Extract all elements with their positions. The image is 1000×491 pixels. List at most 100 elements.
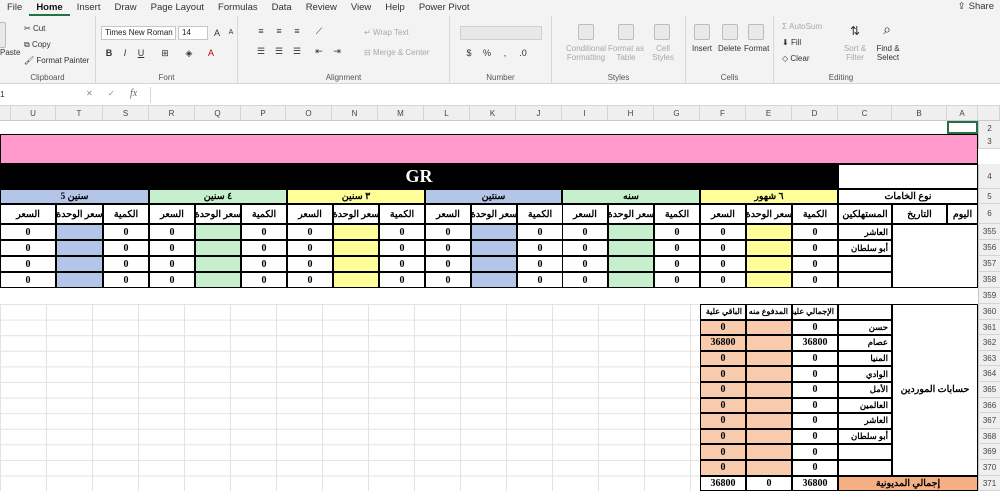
- column-header[interactable]: C: [838, 106, 892, 121]
- tab-insert[interactable]: Insert: [70, 0, 108, 16]
- tab-help[interactable]: Help: [378, 0, 412, 16]
- column-header[interactable]: U: [11, 106, 56, 121]
- format-cells-icon[interactable]: [748, 24, 764, 40]
- increase-decimal-icon[interactable]: .0: [514, 46, 532, 60]
- select-all-corner[interactable]: [978, 106, 1000, 121]
- total-header[interactable]: الإجمالي علية: [792, 304, 838, 320]
- supplier-name[interactable]: العالمين: [838, 397, 892, 414]
- consumer-name[interactable]: أبو سلطان: [838, 240, 892, 256]
- row-header[interactable]: 5: [978, 189, 1000, 204]
- sub-header[interactable]: الكمية: [379, 204, 425, 224]
- supplier-total[interactable]: 0: [792, 366, 838, 382]
- row-header[interactable]: 370: [978, 460, 1000, 476]
- data-cell[interactable]: [333, 272, 379, 288]
- empty-grid-area[interactable]: [0, 304, 700, 491]
- day-header[interactable]: اليوم: [947, 204, 978, 224]
- clear-button[interactable]: ◇ Clear: [782, 54, 810, 63]
- data-cell[interactable]: 0: [287, 272, 333, 288]
- tab-view[interactable]: View: [344, 0, 378, 16]
- supplier-paid[interactable]: [746, 444, 792, 460]
- data-cell[interactable]: 0: [792, 240, 838, 256]
- format-painter-button[interactable]: 🖌 Format Painter: [24, 56, 89, 65]
- supplier-name[interactable]: المنيا: [838, 350, 892, 367]
- currency-icon[interactable]: $: [460, 46, 478, 60]
- sub-header[interactable]: الكمية: [654, 204, 700, 224]
- paste-button[interactable]: Paste: [0, 48, 20, 57]
- data-cell[interactable]: [608, 256, 654, 272]
- name-box[interactable]: 1: [0, 89, 50, 99]
- font-name-select[interactable]: Times New Roman: [101, 26, 176, 40]
- row-header[interactable]: 368: [978, 428, 1000, 445]
- row-header[interactable]: 3: [978, 134, 1000, 149]
- sub-header[interactable]: السعر: [0, 204, 56, 224]
- column-header[interactable]: I: [562, 106, 608, 121]
- debt-remaining-total[interactable]: 36800: [700, 475, 746, 491]
- supplier-total[interactable]: 0: [792, 350, 838, 367]
- increase-indent-icon[interactable]: ⇥: [328, 44, 346, 58]
- data-cell[interactable]: 0: [562, 224, 608, 240]
- data-cell[interactable]: 0: [792, 224, 838, 240]
- percent-icon[interactable]: %: [478, 46, 496, 60]
- row-header[interactable]: 357: [978, 256, 1000, 272]
- period-header[interactable]: سنتين: [425, 189, 562, 204]
- supplier-name[interactable]: أبو سلطان: [838, 428, 892, 445]
- active-cell[interactable]: [947, 121, 978, 134]
- data-cell[interactable]: [195, 272, 241, 288]
- data-cell[interactable]: 0: [287, 240, 333, 256]
- supplier-total[interactable]: 0: [792, 428, 838, 445]
- supplier-paid[interactable]: [746, 335, 792, 351]
- row-header[interactable]: 371: [978, 475, 1000, 491]
- debt-paid-total[interactable]: 0: [746, 475, 792, 491]
- row-header[interactable]: 356: [978, 240, 1000, 256]
- column-header[interactable]: B: [892, 106, 947, 121]
- data-cell[interactable]: 0: [379, 240, 425, 256]
- supplier-remaining[interactable]: 36800: [700, 335, 746, 351]
- column-header[interactable]: P: [241, 106, 286, 121]
- supplier-name[interactable]: العاشر: [838, 413, 892, 429]
- row-header[interactable]: 355: [978, 224, 1000, 240]
- column-header[interactable]: S: [103, 106, 149, 121]
- supplier-name[interactable]: [838, 460, 892, 476]
- data-cell[interactable]: [608, 240, 654, 256]
- data-cell[interactable]: [471, 272, 517, 288]
- tab-formulas[interactable]: Formulas: [211, 0, 265, 16]
- row-header[interactable]: 362: [978, 335, 1000, 351]
- supplier-paid[interactable]: [746, 428, 792, 445]
- data-cell[interactable]: 0: [700, 240, 746, 256]
- data-cell[interactable]: 0: [379, 256, 425, 272]
- row-header[interactable]: 359: [978, 288, 1000, 304]
- enter-icon[interactable]: ✓: [108, 89, 115, 98]
- data-cell[interactable]: 0: [287, 224, 333, 240]
- align-left-icon[interactable]: ☰: [252, 44, 270, 58]
- data-cell[interactable]: 0: [654, 272, 700, 288]
- supplier-name[interactable]: الأمل: [838, 382, 892, 398]
- data-cell[interactable]: [195, 240, 241, 256]
- data-cell[interactable]: 0: [149, 272, 195, 288]
- supplier-remaining[interactable]: 0: [700, 413, 746, 429]
- sort-filter-icon[interactable]: ⇅: [846, 24, 864, 38]
- column-header[interactable]: D: [792, 106, 838, 121]
- row-header[interactable]: 364: [978, 366, 1000, 382]
- format-table-button[interactable]: Format as Table: [608, 44, 644, 62]
- supplier-paid[interactable]: [746, 460, 792, 476]
- row-header[interactable]: 369: [978, 444, 1000, 460]
- data-cell[interactable]: 0: [517, 272, 563, 288]
- supplier-name[interactable]: الوادي: [838, 366, 892, 382]
- sub-header[interactable]: الكمية: [241, 204, 287, 224]
- insert-cells-button[interactable]: Insert: [692, 44, 712, 53]
- material-type-label[interactable]: نوع الخامات: [838, 189, 978, 204]
- data-cell[interactable]: 0: [241, 224, 287, 240]
- row-header[interactable]: 365: [978, 382, 1000, 398]
- data-cell[interactable]: 0: [425, 240, 471, 256]
- insert-function-icon[interactable]: fx: [130, 88, 137, 99]
- sub-header[interactable]: سعر الوحدة: [195, 204, 241, 224]
- period-header[interactable]: ٣ سنين: [287, 189, 425, 204]
- consumer-name[interactable]: [838, 272, 892, 288]
- data-cell[interactable]: [471, 240, 517, 256]
- sub-header[interactable]: الكمية: [517, 204, 563, 224]
- supplier-remaining[interactable]: 0: [700, 460, 746, 476]
- data-cell[interactable]: 0: [425, 272, 471, 288]
- data-cell[interactable]: [746, 256, 792, 272]
- sub-header[interactable]: الكمية: [792, 204, 838, 224]
- data-cell[interactable]: 0: [0, 272, 56, 288]
